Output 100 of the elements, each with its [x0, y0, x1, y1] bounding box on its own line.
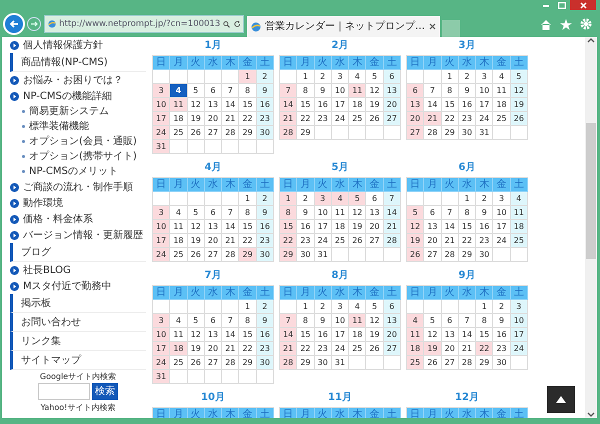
back-to-top-button[interactable]: [547, 386, 575, 413]
day-cell: 2: [256, 192, 274, 206]
day-cell: 20: [204, 112, 222, 126]
weekday-header: 水: [458, 178, 476, 192]
sidebar-section[interactable]: リンク集: [10, 332, 146, 351]
day-cell: 7: [280, 84, 298, 98]
day-cell: 28: [384, 234, 401, 248]
day-cell: 10: [153, 98, 170, 112]
link-text[interactable]: NP-CMSのメリット: [29, 164, 118, 179]
weekday-header: 金: [493, 286, 511, 300]
day-cell: 3: [153, 314, 170, 328]
day-cell: 16: [458, 98, 476, 112]
empty-cell: [204, 370, 222, 384]
arrow-circle-icon: [10, 266, 19, 274]
day-cell: 14: [442, 220, 459, 234]
settings-icon[interactable]: [580, 18, 592, 30]
minimize-icon[interactable]: [543, 2, 549, 8]
scrollbar[interactable]: [585, 37, 597, 418]
day-cell: 14: [222, 98, 240, 112]
browser-tab[interactable]: 営業カレンダー｜ネットプロンプ…: [247, 16, 440, 37]
star-icon[interactable]: [560, 18, 572, 30]
weekday-header: 火: [188, 56, 205, 70]
day-cell: 24: [476, 112, 494, 126]
day-cell: 5: [510, 70, 528, 84]
sidebar-section[interactable]: 掲示板: [10, 294, 146, 313]
weekday-header: 火: [442, 408, 459, 418]
scroll-down-icon[interactable]: [587, 412, 595, 418]
weekday-header: 日: [280, 286, 298, 300]
empty-cell: [493, 126, 511, 140]
search-button[interactable]: 検索: [92, 383, 118, 400]
day-cell: 9: [256, 84, 274, 98]
weekday-header: 月: [170, 178, 188, 192]
sidebar-section[interactable]: 商品情報(NP-CMS): [10, 53, 146, 72]
day-cell: 25: [349, 342, 366, 356]
weekday-header: 金: [366, 286, 384, 300]
weekday-header: 木: [476, 408, 494, 418]
day-cell: 18: [170, 342, 188, 356]
link-text[interactable]: お悩み・お困りでは？: [23, 72, 123, 88]
scroll-up-icon[interactable]: [587, 37, 595, 43]
maximize-icon[interactable]: [558, 2, 566, 8]
link-text[interactable]: 動作環境: [23, 196, 63, 210]
day-cell: 24: [153, 126, 170, 140]
day-cell: 29: [239, 248, 257, 262]
home-icon[interactable]: [540, 18, 552, 30]
day-cell: 5: [424, 314, 442, 328]
link-text[interactable]: NP-CMSの機能詳細: [23, 88, 112, 104]
day-cell: 30: [256, 248, 274, 262]
browser-icon[interactable]: [251, 22, 261, 32]
link-text[interactable]: Mスタ付近で勤務中: [23, 278, 112, 294]
link-text[interactable]: バージョン情報・更新履歴: [23, 228, 143, 242]
search-field[interactable]: [38, 383, 90, 400]
up-triangle-icon[interactable]: [556, 396, 566, 403]
weekday-header: 月: [424, 56, 442, 70]
link-text[interactable]: 簡易更新システム: [29, 104, 109, 119]
day-cell: 20: [384, 98, 401, 112]
browser-icon[interactable]: [48, 19, 56, 29]
arrow-circle-icon: [10, 214, 19, 224]
refresh-icon[interactable]: [234, 20, 240, 28]
weekday-header: 木: [222, 56, 240, 70]
address-bar[interactable]: http://www.netprompt.jp/?cn=100013: [44, 15, 244, 33]
link-text[interactable]: 個人情報保護方針: [23, 38, 103, 52]
day-cell: 6: [442, 314, 459, 328]
close-button[interactable]: [570, 0, 596, 10]
weekday-header: 月: [297, 178, 315, 192]
weekday-header: 水: [332, 178, 350, 192]
weekday-header: 木: [349, 408, 366, 418]
day-cell: 2: [256, 300, 274, 314]
forward-arrow-icon[interactable]: [30, 20, 38, 28]
day-cell: 6: [407, 84, 424, 98]
search-icon[interactable]: [223, 20, 231, 28]
day-cell: 11: [170, 220, 188, 234]
day-cell: 27: [442, 356, 459, 370]
month-title: 3月: [458, 39, 476, 53]
day-cell: 19: [188, 112, 205, 126]
day-cell: 23: [256, 342, 274, 356]
sidebar-section[interactable]: ブログ: [10, 243, 146, 262]
day-cell: 21: [222, 112, 240, 126]
bullet-icon: [22, 170, 25, 173]
link-text[interactable]: オプション(会員・通販): [29, 134, 137, 149]
sidebar-section[interactable]: お問い合わせ: [10, 313, 146, 332]
arrow-circle-icon: [10, 76, 19, 84]
day-cell: 14: [222, 328, 240, 342]
day-cell: 17: [153, 342, 170, 356]
close-icon[interactable]: [429, 23, 436, 30]
day-cell: 7: [222, 206, 240, 220]
link-text[interactable]: 社長BLOG: [23, 262, 71, 278]
back-arrow-icon[interactable]: [9, 19, 19, 29]
link-text[interactable]: 価格・料金体系: [23, 212, 93, 226]
link-text[interactable]: 標準装備機能: [29, 119, 89, 134]
day-cell: 17: [153, 234, 170, 248]
day-cell: 10: [314, 206, 332, 220]
link-text[interactable]: オプション(携帯サイト): [29, 149, 137, 164]
weekday-header: 火: [188, 178, 205, 192]
sidebar-section[interactable]: サイトマップ: [10, 351, 146, 370]
empty-cell: [366, 356, 384, 370]
day-cell: 26: [349, 234, 366, 248]
link-text[interactable]: ご商談の流れ・制作手順: [23, 180, 133, 194]
back-button[interactable]: [3, 13, 25, 35]
forward-button[interactable]: [27, 17, 41, 31]
day-cell: 26: [188, 126, 205, 140]
